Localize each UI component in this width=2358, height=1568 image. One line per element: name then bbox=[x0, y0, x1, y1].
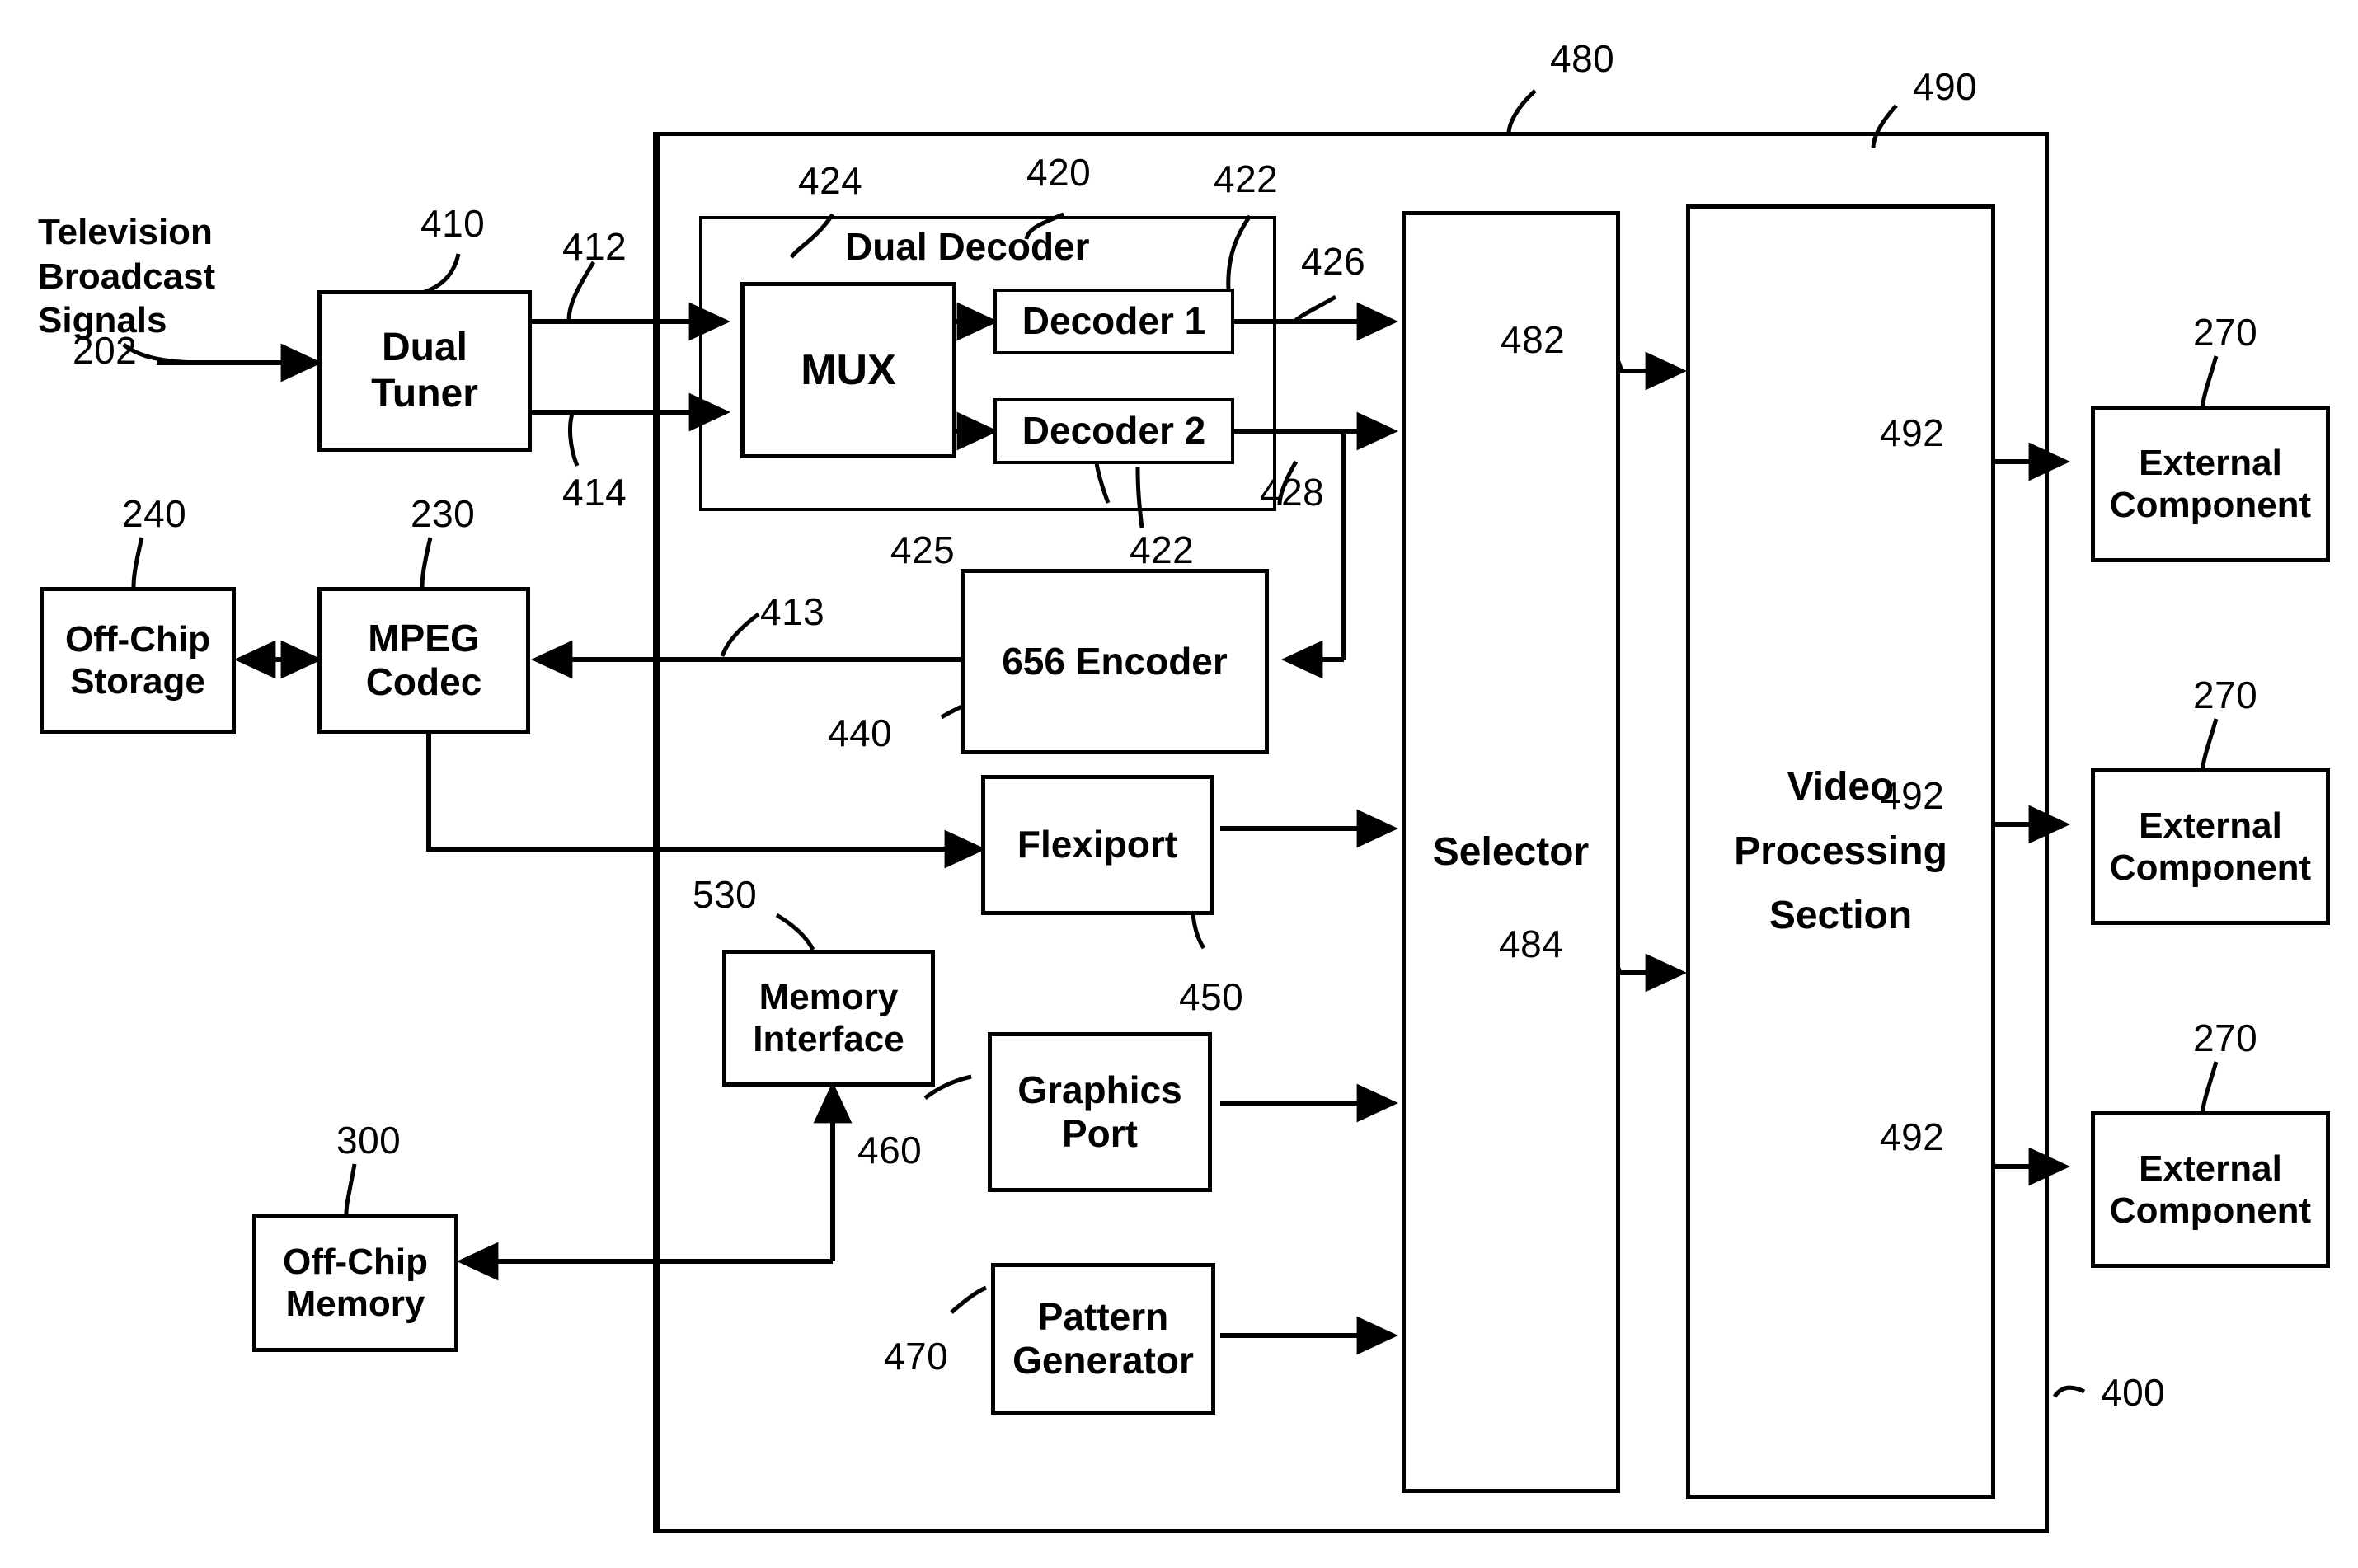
refnum-300: 300 bbox=[336, 1119, 402, 1162]
refnum-530: 530 bbox=[693, 873, 758, 916]
refnum-422-bottom: 422 bbox=[1130, 528, 1195, 571]
video-processing-section-block[interactable]: Video Processing Section bbox=[1686, 204, 1995, 1499]
refnum-270-c: 270 bbox=[2193, 1016, 2258, 1059]
refnum-420: 420 bbox=[1026, 151, 1092, 194]
external-component-2-label: External Component bbox=[2109, 805, 2312, 888]
refnum-492-b: 492 bbox=[1880, 774, 1945, 817]
off-chip-memory-block[interactable]: Off-Chip Memory bbox=[252, 1214, 458, 1352]
refnum-422-top: 422 bbox=[1214, 157, 1279, 200]
graphics-port-block[interactable]: Graphics Port bbox=[988, 1032, 1212, 1192]
television-broadcast-signals-text: Television Broadcast Signals bbox=[38, 212, 216, 341]
refnum-413: 413 bbox=[760, 590, 825, 633]
refnum-440: 440 bbox=[828, 711, 893, 754]
decoder-1-label: Decoder 1 bbox=[1022, 299, 1206, 343]
refnum-400: 400 bbox=[2101, 1371, 2166, 1414]
decoder-1-block[interactable]: Decoder 1 bbox=[993, 289, 1234, 354]
mux-label: MUX bbox=[801, 345, 896, 394]
external-component-1-block[interactable]: External Component bbox=[2091, 406, 2330, 562]
off-chip-memory-label: Off-Chip Memory bbox=[283, 1241, 428, 1324]
refnum-425: 425 bbox=[890, 528, 956, 571]
refnum-492-c: 492 bbox=[1880, 1115, 1945, 1158]
refnum-202: 202 bbox=[73, 329, 138, 372]
decoder-2-block[interactable]: Decoder 2 bbox=[993, 398, 1234, 464]
refnum-240: 240 bbox=[122, 492, 187, 535]
encoder-656-block[interactable]: 656 Encoder bbox=[961, 569, 1269, 754]
refnum-482: 482 bbox=[1501, 318, 1566, 361]
external-component-3-block[interactable]: External Component bbox=[2091, 1111, 2330, 1268]
flexiport-label: Flexiport bbox=[1017, 823, 1178, 866]
selector-label: Selector bbox=[1432, 829, 1590, 874]
graphics-port-label: Graphics Port bbox=[1017, 1068, 1182, 1155]
refnum-424: 424 bbox=[798, 159, 863, 202]
refnum-426: 426 bbox=[1301, 240, 1366, 283]
dual-tuner-block[interactable]: Dual Tuner bbox=[317, 290, 532, 452]
decoder-2-label: Decoder 2 bbox=[1022, 409, 1206, 453]
refnum-480: 480 bbox=[1550, 37, 1615, 80]
refnum-450: 450 bbox=[1179, 975, 1244, 1018]
external-component-3-label: External Component bbox=[2109, 1148, 2312, 1231]
refnum-270-b: 270 bbox=[2193, 674, 2258, 716]
refnum-414: 414 bbox=[562, 471, 627, 514]
refnum-410: 410 bbox=[420, 202, 486, 245]
refnum-428: 428 bbox=[1260, 471, 1325, 514]
pattern-generator-label: Pattern Generator bbox=[1012, 1294, 1194, 1382]
off-chip-storage-block[interactable]: Off-Chip Storage bbox=[40, 587, 236, 734]
refnum-270-a: 270 bbox=[2193, 311, 2258, 354]
flexiport-block[interactable]: Flexiport bbox=[981, 775, 1214, 915]
memory-interface-block[interactable]: Memory Interface bbox=[722, 950, 935, 1087]
memory-interface-label: Memory Interface bbox=[753, 976, 904, 1059]
mux-block[interactable]: MUX bbox=[740, 282, 956, 458]
figure-canvas: Television Broadcast Signals Dual Decode… bbox=[0, 0, 2358, 1568]
selector-block[interactable]: Selector bbox=[1402, 211, 1620, 1493]
refnum-490: 490 bbox=[1913, 65, 1978, 108]
refnum-484: 484 bbox=[1499, 922, 1564, 965]
off-chip-storage-label: Off-Chip Storage bbox=[65, 618, 210, 702]
mpeg-codec-block[interactable]: MPEG Codec bbox=[317, 587, 530, 734]
refnum-492-a: 492 bbox=[1880, 411, 1945, 454]
mpeg-codec-label: MPEG Codec bbox=[365, 616, 482, 703]
external-component-1-label: External Component bbox=[2109, 442, 2312, 525]
dual-tuner-label: Dual Tuner bbox=[371, 326, 478, 415]
external-component-2-block[interactable]: External Component bbox=[2091, 768, 2330, 925]
dual-decoder-title: Dual Decoder bbox=[845, 225, 1090, 268]
refnum-460: 460 bbox=[857, 1129, 923, 1171]
refnum-412: 412 bbox=[562, 225, 627, 268]
encoder-656-label: 656 Encoder bbox=[1002, 639, 1228, 683]
refnum-230: 230 bbox=[411, 492, 476, 535]
pattern-generator-block[interactable]: Pattern Generator bbox=[991, 1263, 1215, 1415]
refnum-470: 470 bbox=[884, 1335, 949, 1378]
